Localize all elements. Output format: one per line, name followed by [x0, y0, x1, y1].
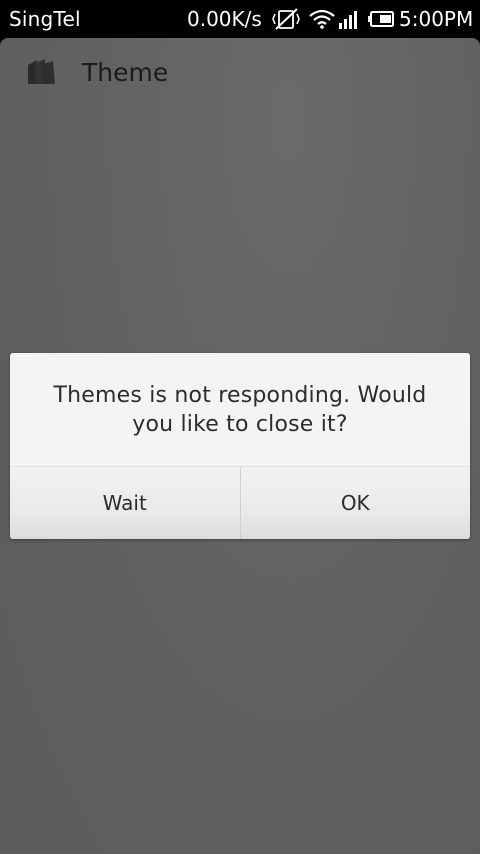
not-responding-dialog: Themes is not responding. Would you like… [10, 353, 470, 539]
phone-screen: SingTel 0.00K/s 5:00PM Theme Themes is n… [0, 0, 480, 854]
themes-app-icon[interactable] [25, 57, 59, 87]
clock: 5:00PM [399, 7, 474, 31]
carrier-name: SingTel [9, 7, 81, 31]
network-speed: 0.00K/s [187, 7, 262, 31]
ok-button-label: OK [340, 491, 370, 515]
muted-vibrate-icon [272, 8, 302, 30]
action-bar: Theme [0, 38, 480, 108]
page-title: Theme [82, 58, 169, 87]
status-bar: SingTel 0.00K/s 5:00PM [0, 0, 480, 38]
battery-icon [367, 8, 395, 30]
wait-button-label: Wait [102, 491, 147, 515]
dialog-button-bar: Wait OK [10, 466, 470, 539]
wait-button[interactable]: Wait [10, 467, 241, 539]
ok-button[interactable]: OK [240, 467, 470, 539]
dialog-message: Themes is not responding. Would you like… [53, 383, 427, 437]
signal-icon [338, 8, 360, 30]
wifi-icon [309, 8, 335, 30]
